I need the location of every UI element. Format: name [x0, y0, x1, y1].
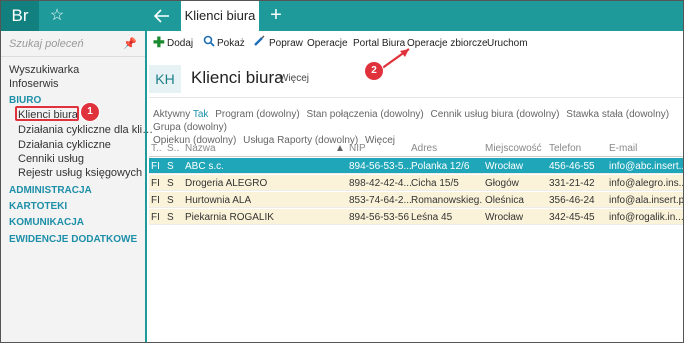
cell-nip: 853-74-64-2...	[349, 195, 412, 206]
cell-email: info@abc.insert...	[609, 161, 683, 172]
cell-address: Leśna 45	[411, 212, 453, 223]
app-logo: Br	[1, 1, 39, 31]
cell-nip: 894-56-53-56	[349, 212, 410, 223]
sidebar: Szukaj poleceń 📌 Wyszukiwarka Infoserwis…	[1, 31, 153, 342]
sidebar-item-infoserwis[interactable]: Infoserwis	[9, 78, 59, 90]
cell-nip: 898-42-42-4...	[349, 178, 412, 189]
sidebar-section-biuro[interactable]: BIURO	[9, 95, 41, 106]
sidebar-section-komunikacja[interactable]: KOMUNIKACJA	[9, 217, 84, 228]
sort-up-icon[interactable]: ▲	[335, 143, 345, 154]
cell-nip: 894-56-53-5...	[349, 161, 412, 172]
column-header-type[interactable]: T..	[151, 143, 162, 154]
plus-icon[interactable]: ✚	[153, 34, 165, 51]
cell-phone: 342-45-45	[549, 212, 595, 223]
cell-status: S	[167, 212, 174, 223]
command-search-input[interactable]: Szukaj poleceń 📌	[1, 31, 145, 57]
cell-address: Cicha 15/5	[411, 178, 459, 189]
column-header-address[interactable]: Adres	[411, 143, 437, 154]
top-bar: Br ☆ Klienci biura +	[1, 1, 683, 31]
filter-fixed-rate[interactable]: Stawka stała (dowolny)	[566, 109, 669, 120]
cell-name: Drogeria ALEGRO	[185, 178, 268, 189]
sidebar-item-wyszukiwarka[interactable]: Wyszukiwarka	[9, 64, 79, 76]
cell-city: Wrocław	[485, 212, 524, 223]
fix-button[interactable]: Popraw	[269, 38, 303, 49]
more-link[interactable]: Więcej	[279, 73, 309, 84]
cell-email: info@alegro.ins...	[609, 178, 683, 189]
module-badge: KH	[149, 65, 181, 93]
sidebar-item-dzialania-cykliczne-dla-klientow[interactable]: Działania cykliczne dla kli…	[18, 124, 153, 136]
cell-status: S	[167, 178, 174, 189]
add-tab-icon[interactable]: +	[265, 5, 287, 27]
column-header-phone[interactable]: Telefon	[549, 143, 581, 154]
filter-group[interactable]: Grupa (dowolny)	[153, 122, 227, 133]
star-icon[interactable]: ☆	[47, 6, 67, 26]
filter-price-list[interactable]: Cennik usług biura (dowolny)	[431, 109, 560, 120]
cell-type: FI	[151, 161, 160, 172]
page-title: Klienci biura	[191, 68, 284, 87]
cell-phone: 456-46-55	[549, 161, 595, 172]
divider	[149, 97, 683, 98]
cell-email: info@rogalik.in...	[609, 212, 683, 223]
column-header-nip[interactable]: NIP	[349, 143, 366, 154]
annotation-step-1: 1	[81, 103, 99, 121]
cell-name: ABC s.c.	[185, 161, 224, 172]
column-header-email[interactable]: E-mail	[609, 143, 637, 154]
sidebar-section-ewidencje[interactable]: EWIDENCJE DODATKOWE	[9, 234, 137, 245]
search-placeholder: Szukaj poleceń	[9, 38, 84, 50]
pin-icon[interactable]: 📌	[123, 37, 137, 50]
highlight-box	[15, 106, 79, 121]
add-button[interactable]: Dodaj	[167, 38, 193, 49]
annotation-step-2: 2	[365, 62, 383, 80]
sidebar-item-cenniki-uslug[interactable]: Cenniki usług	[18, 153, 84, 165]
table-row[interactable]: FI S ABC s.c. 894-56-53-5... Polanka 12/…	[149, 158, 683, 174]
cell-name: Hurtownia ALA	[185, 195, 252, 206]
search-icon[interactable]	[203, 35, 215, 50]
sidebar-section-administracja[interactable]: ADMINISTRACJA	[9, 185, 92, 196]
table-row[interactable]: FI S Drogeria ALEGRO 898-42-42-4... Cich…	[149, 175, 683, 191]
cell-city: Głogów	[485, 178, 519, 189]
column-header-status[interactable]: S..	[167, 143, 179, 154]
cell-type: FI	[151, 212, 160, 223]
cell-city: Wrocław	[485, 161, 524, 172]
cell-type: FI	[151, 195, 160, 206]
sidebar-item-dzialania-cykliczne[interactable]: Działania cykliczne	[18, 139, 111, 151]
table-row[interactable]: FI S Piekarnia ROGALIK 894-56-53-56 Leśn…	[149, 209, 683, 225]
cell-status: S	[167, 195, 174, 206]
cell-city: Oleśnica	[485, 195, 524, 206]
cell-status: S	[167, 161, 174, 172]
cell-type: FI	[151, 178, 160, 189]
cell-email: info@ala.insert.pl	[609, 195, 683, 206]
app-window: Br ☆ Klienci biura + Szukaj poleceń 📌 Wy…	[0, 0, 684, 343]
table-header: T.. S.. Nazwa ▲ NIP Adres Miejscowość Te…	[149, 141, 683, 157]
sidebar-section-kartoteki[interactable]: KARTOTEKI	[9, 201, 67, 212]
filter-active[interactable]: Aktywny Tak	[153, 109, 208, 120]
table-row[interactable]: FI S Hurtownia ALA 853-74-64-2... Romano…	[149, 192, 683, 208]
cell-phone: 356-46-24	[549, 195, 595, 206]
cell-address: Polanka 12/6	[411, 161, 470, 172]
operations-button[interactable]: Operacje	[307, 38, 348, 49]
run-button[interactable]: Uruchom	[487, 38, 528, 49]
cell-name: Piekarnia ROGALIK	[185, 212, 274, 223]
brush-icon[interactable]	[253, 35, 265, 50]
column-header-name[interactable]: Nazwa	[185, 143, 216, 154]
filter-connection[interactable]: Stan połączenia (dowolny)	[306, 109, 423, 120]
cell-address: Romanowskieg...	[411, 195, 483, 206]
cell-phone: 331-21-42	[549, 178, 595, 189]
show-button[interactable]: Pokaż	[217, 38, 245, 49]
filter-program[interactable]: Program (dowolny)	[215, 109, 299, 120]
back-arrow-icon[interactable]	[151, 5, 173, 27]
column-header-city[interactable]: Miejscowość	[485, 143, 542, 154]
sidebar-item-rejestr-uslug[interactable]: Rejestr usług księgowych	[18, 167, 142, 179]
tab-klienci-biura[interactable]: Klienci biura	[181, 1, 259, 31]
